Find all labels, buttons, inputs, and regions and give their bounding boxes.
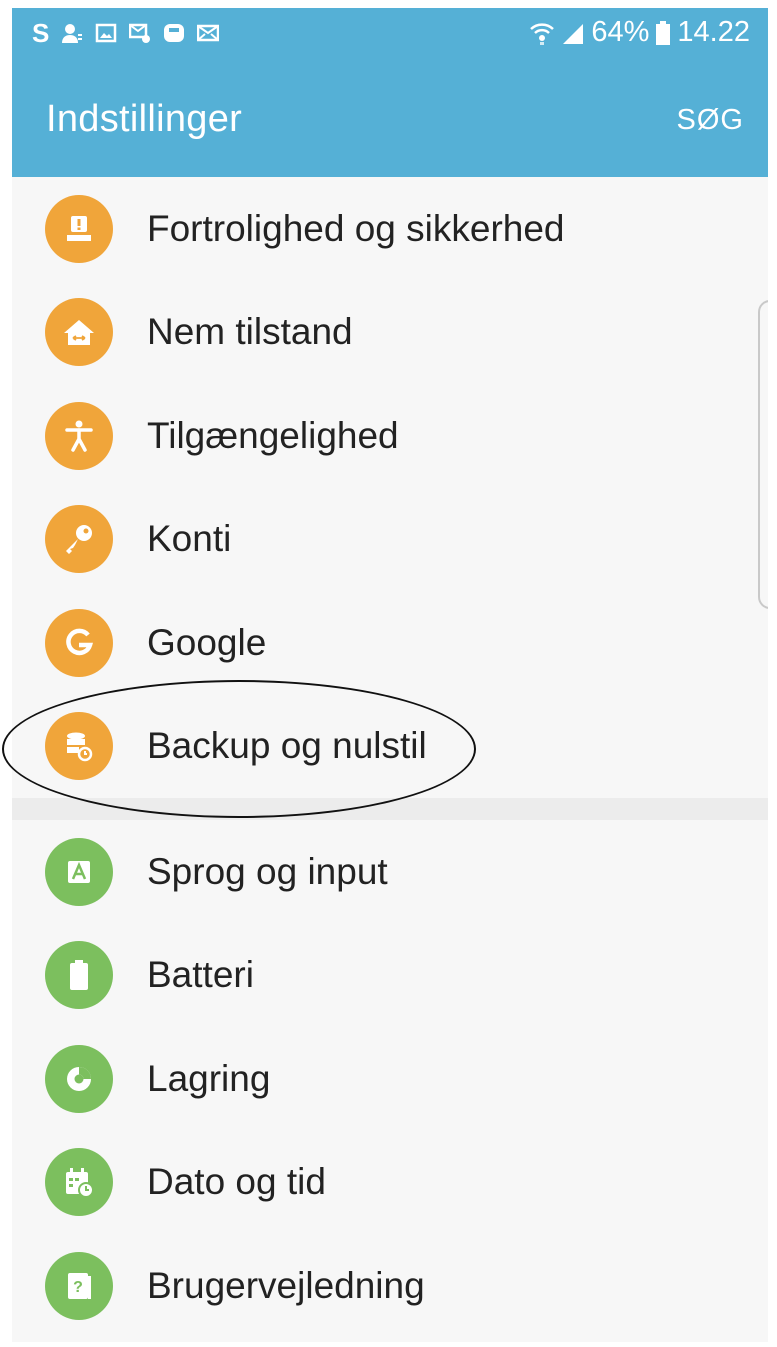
settings-item-label: Fortrolighed og sikkerhed	[147, 207, 565, 249]
battery-percent: 64%	[591, 16, 650, 48]
settings-item-storage[interactable]: Lagring	[12, 1027, 768, 1131]
settings-item-label: Dato og tid	[147, 1161, 326, 1203]
settings-item-label: Google	[147, 621, 267, 663]
battery-icon	[655, 20, 671, 46]
backup-icon	[45, 712, 113, 781]
section-divider	[12, 798, 768, 820]
page-title: Indstillinger	[46, 98, 243, 140]
svg-text:?: ?	[73, 1279, 83, 1296]
mail-icon	[197, 22, 220, 44]
key-icon	[45, 505, 113, 574]
settings-item-label: Brugervejledning	[147, 1264, 425, 1306]
settings-item-label: Backup og nulstil	[147, 725, 427, 767]
settings-item-accessibility[interactable]: Tilgængelighed	[12, 384, 768, 488]
edge-scroll-handle[interactable]	[758, 300, 768, 609]
galaxy-icon	[163, 22, 185, 44]
settings-item-label: Nem tilstand	[147, 311, 353, 353]
settings-screen: S 64% 14.22 Indstillinger SØG Fortroligh…	[12, 8, 768, 1342]
storage-icon	[45, 1044, 113, 1113]
app-bar: S 64% 14.22 Indstillinger SØG	[12, 8, 768, 177]
user-manual-icon: ?	[45, 1251, 113, 1320]
status-right: 64% 14.22	[529, 16, 750, 49]
language-icon	[45, 837, 113, 906]
search-button[interactable]: SØG	[677, 104, 744, 137]
settings-item-label: Sprog og input	[147, 850, 388, 892]
settings-item-backup-reset[interactable]: Backup og nulstil	[12, 695, 768, 799]
wifi-icon	[529, 20, 555, 46]
battery-settings-icon	[45, 941, 113, 1010]
status-left-icons: S	[32, 18, 220, 48]
person-icon	[61, 22, 83, 44]
google-icon	[45, 608, 113, 677]
settings-item-label: Tilgængelighed	[147, 414, 399, 456]
settings-item-label: Konti	[147, 518, 232, 560]
image-icon	[95, 22, 117, 44]
settings-item-user-manual[interactable]: ? Brugervejledning	[12, 1234, 768, 1338]
privacy-icon	[45, 194, 113, 263]
s-notification-icon: S	[32, 18, 50, 48]
message-settings-icon	[129, 22, 151, 44]
signal-icon	[561, 21, 585, 45]
settings-item-label: Batteri	[147, 954, 254, 996]
clock: 14.22	[677, 16, 750, 48]
settings-item-privacy[interactable]: Fortrolighed og sikkerhed	[12, 177, 768, 281]
settings-list: Fortrolighed og sikkerhed Nem tilstand T…	[12, 177, 768, 1338]
easy-mode-icon	[45, 298, 113, 367]
status-bar: S 64% 14.22	[12, 8, 768, 62]
settings-item-battery[interactable]: Batteri	[12, 924, 768, 1028]
settings-item-accounts[interactable]: Konti	[12, 488, 768, 592]
settings-item-language[interactable]: Sprog og input	[12, 820, 768, 924]
settings-item-date-time[interactable]: Dato og tid	[12, 1131, 768, 1235]
accessibility-icon	[45, 401, 113, 470]
settings-item-google[interactable]: Google	[12, 591, 768, 695]
calendar-icon	[45, 1148, 113, 1217]
settings-item-easy-mode[interactable]: Nem tilstand	[12, 281, 768, 385]
settings-item-label: Lagring	[147, 1057, 271, 1099]
